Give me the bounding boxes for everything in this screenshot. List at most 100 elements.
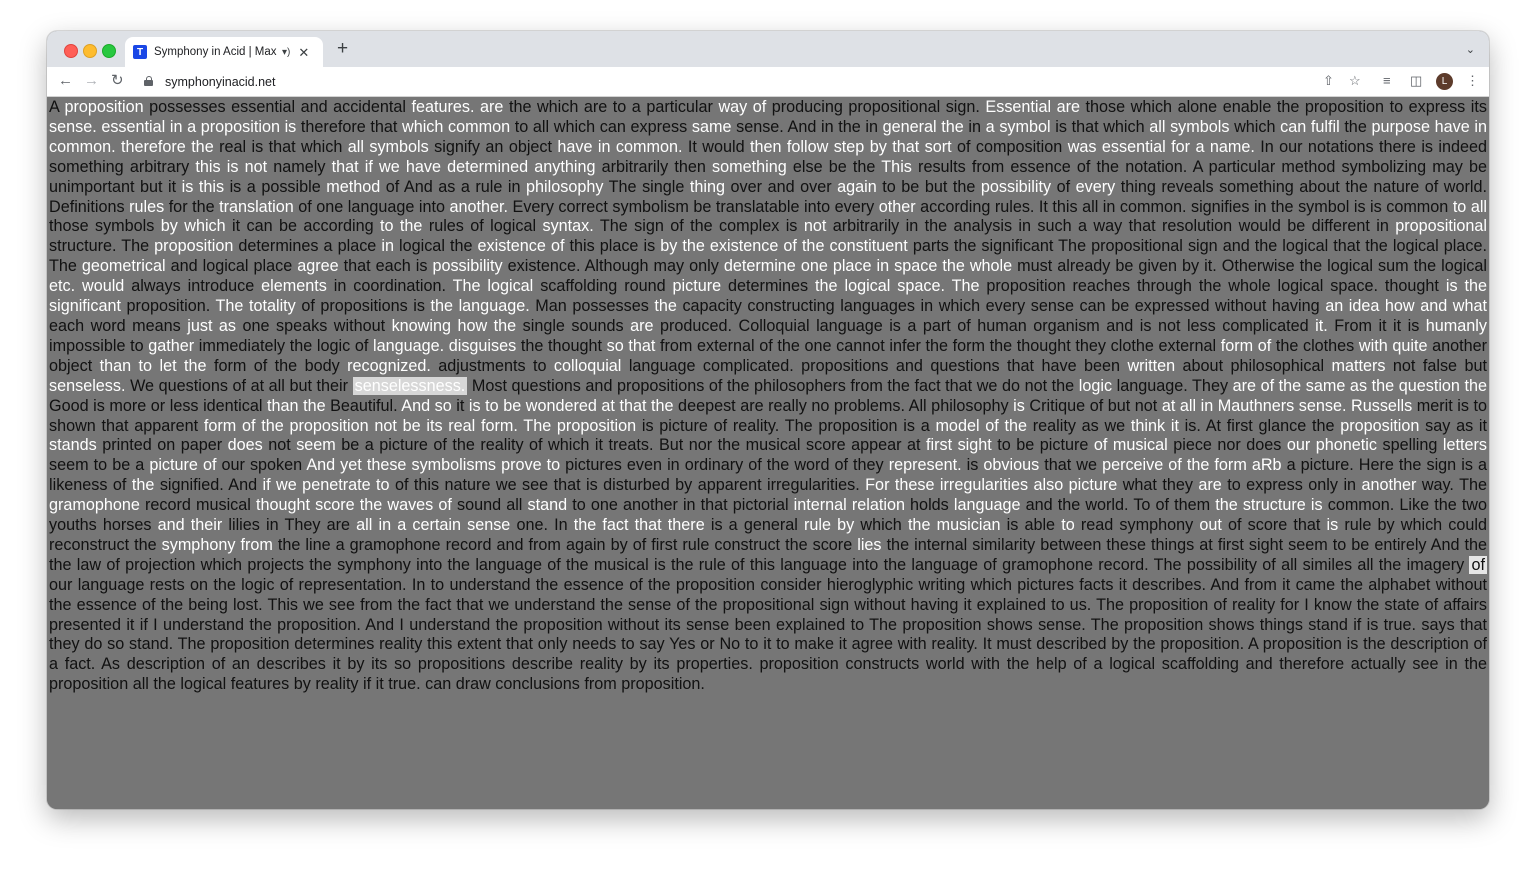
text-segment: say as it xyxy=(1419,416,1487,435)
close-window-button[interactable] xyxy=(64,44,78,58)
text-segment: arbitrarily in the analysis in such a wa… xyxy=(826,217,1396,236)
page-content: A proposition possesses essential and ac… xyxy=(47,97,1489,809)
text-segment: language. They xyxy=(1112,376,1233,395)
text-segment: record musical xyxy=(139,496,256,515)
highlighted-text: rules xyxy=(129,197,165,216)
highlighted-text: sense. essential in a proposition is xyxy=(49,117,297,136)
speaker-icon[interactable]: ▾) xyxy=(282,47,290,58)
text-segment: our language rests on the logic of repre… xyxy=(49,575,1487,694)
highlighted-text: philosophy xyxy=(526,177,604,196)
highlighted-text: of musical xyxy=(1093,436,1168,455)
highlighted-text: stand xyxy=(527,496,568,515)
highlighted-text: lies xyxy=(857,535,882,554)
text-segment: reality as we xyxy=(1027,416,1131,435)
highlighted-text: than the xyxy=(267,396,326,415)
highlighted-text: to the xyxy=(380,217,423,236)
text-segment: sound all xyxy=(451,496,528,515)
text-segment: the thought xyxy=(516,336,607,355)
text-segment: deepest are really no problems. All phil… xyxy=(673,396,1014,415)
text-segment: those which alone enable the proposition… xyxy=(1080,98,1487,116)
address-bar[interactable]: symphonyinacid.net xyxy=(165,75,275,89)
highlighted-text: an idea how xyxy=(1325,297,1415,316)
text-segment: of composition xyxy=(951,137,1068,156)
highlighted-text: language xyxy=(953,496,1021,515)
highlighted-text: propositional xyxy=(1395,217,1488,236)
text-segment: not false but xyxy=(1385,356,1487,375)
highlighted-text: something xyxy=(712,157,787,176)
favicon-icon: T xyxy=(133,45,147,59)
text-segment: of score that xyxy=(1221,516,1327,535)
highlighted-text: all symbols xyxy=(347,137,429,156)
text-segment: structure. The xyxy=(49,237,155,256)
text-segment: that each is xyxy=(338,257,433,276)
highlighted-text: are xyxy=(630,316,654,335)
highlighted-text: by which xyxy=(160,217,226,236)
highlighted-text: other xyxy=(878,197,916,216)
highlighted-text: is xyxy=(1013,396,1025,415)
menu-kebab-icon[interactable]: ⋮ xyxy=(1466,74,1479,87)
profile-avatar[interactable]: L xyxy=(1436,73,1453,90)
text-segment: it xyxy=(451,396,469,415)
text-segment: from external of the one cannot infer th… xyxy=(655,336,1221,355)
highlighted-text: matters xyxy=(1331,356,1386,375)
text-segment: From it it is xyxy=(1327,316,1426,335)
text-segment: arbitrarily then xyxy=(595,157,713,176)
highlighted-text: represent. xyxy=(888,456,962,475)
lock-icon[interactable] xyxy=(144,76,153,86)
text-segment: signify an object xyxy=(428,137,558,156)
text-segment: piece nor does xyxy=(1167,436,1287,455)
minimize-window-button[interactable] xyxy=(83,44,97,58)
text-segment: our spoken xyxy=(216,456,307,475)
forward-arrow-icon[interactable]: → xyxy=(84,73,99,88)
text-segment: which xyxy=(1229,117,1281,136)
close-tab-icon[interactable]: ✕ xyxy=(298,46,309,59)
side-panel-icon[interactable]: ◫ xyxy=(1410,74,1422,87)
text-segment: way. The xyxy=(1416,476,1487,495)
highlighted-text: geometrical xyxy=(81,257,166,276)
highlighted-text: rule xyxy=(803,516,831,535)
reload-icon[interactable]: ↻ xyxy=(111,73,124,88)
highlighted-text: form of the proposition not be its real … xyxy=(203,416,637,435)
text-segment: according rules. It this all in common. … xyxy=(915,197,1453,216)
highlighted-text: can fulfil xyxy=(1280,117,1340,136)
highlighted-text: letters xyxy=(1442,436,1487,455)
text-segment: impossible to xyxy=(49,336,149,355)
highlighted-text: picture of xyxy=(149,456,217,475)
text-segment: not xyxy=(262,436,297,455)
highlighted-text: a symbol xyxy=(985,117,1051,136)
highlighted-text: translation xyxy=(219,197,294,216)
highlighted-text: determine one place in space the whole xyxy=(723,257,1013,276)
back-arrow-icon[interactable]: ← xyxy=(58,73,73,88)
text-segment: produced. Colloquial language is a part … xyxy=(653,316,1316,335)
text-segment: over and over xyxy=(725,177,838,196)
text-segment: printed on paper xyxy=(96,436,228,455)
highlighted-text: thing xyxy=(689,177,726,196)
highlighted-text: For these irregularities also picture xyxy=(865,476,1118,495)
highlighted-text: the language. xyxy=(430,297,530,316)
text-segment: is a possible xyxy=(224,177,327,196)
highlighted-text: is xyxy=(1326,516,1339,535)
highlighted-text: symphony from xyxy=(161,535,273,554)
highlighted-text: stands xyxy=(49,436,97,455)
highlighted-text: language. disguises xyxy=(372,336,517,355)
highlighted-text: first sight xyxy=(926,436,992,455)
highlighted-text: just as xyxy=(187,316,237,335)
text-segment: else be the xyxy=(786,157,882,176)
highlighted-text: another. xyxy=(449,197,509,216)
text-segment: Most questions and propositions of the p… xyxy=(467,376,1079,395)
share-icon[interactable]: ⇧ xyxy=(1323,74,1334,87)
text-segment: to express only in xyxy=(1221,476,1362,495)
highlighted-text: therefore xyxy=(120,137,186,156)
text-segment: Every correct symbolism be translatable … xyxy=(508,197,879,216)
text-segment: logical the xyxy=(393,237,478,256)
new-tab-button[interactable]: + xyxy=(337,39,348,58)
text-segment: Man possesses xyxy=(529,297,655,316)
highlighted-text: syntax. xyxy=(542,217,594,236)
tab-active[interactable]: T Symphony in Acid | Max Cooper ▾) ✕ xyxy=(125,37,323,67)
maximize-window-button[interactable] xyxy=(102,44,116,58)
reading-list-icon[interactable]: ≡ xyxy=(1383,74,1391,87)
tab-search-chevron-icon[interactable]: ⌄ xyxy=(1466,43,1475,56)
bookmark-star-icon[interactable]: ☆ xyxy=(1349,74,1361,87)
text-segment: that we xyxy=(1039,456,1103,475)
highlighted-text: are xyxy=(1198,476,1222,495)
